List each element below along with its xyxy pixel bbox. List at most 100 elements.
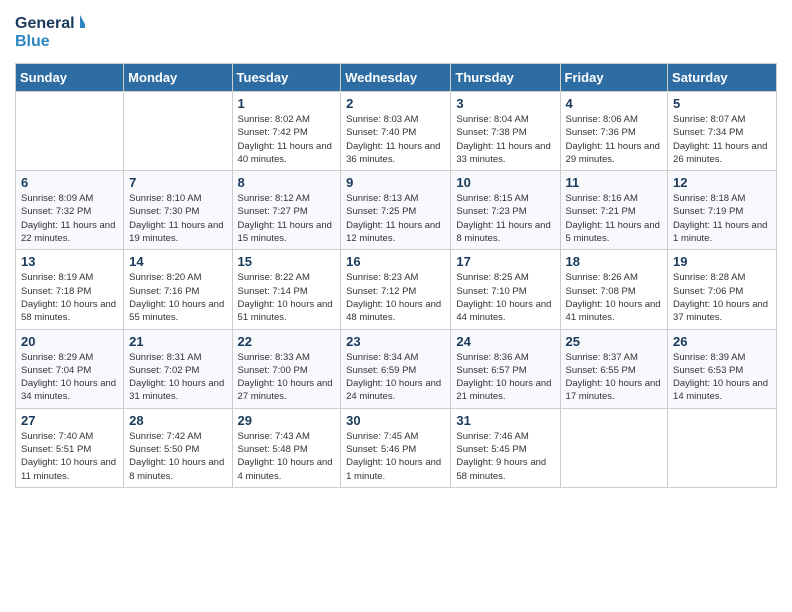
day-info: Sunrise: 8:26 AM Sunset: 7:08 PM Dayligh… <box>566 271 663 324</box>
day-number: 25 <box>566 334 663 349</box>
day-info: Sunrise: 8:02 AM Sunset: 7:42 PM Dayligh… <box>238 113 336 166</box>
calendar-cell: 9 Sunrise: 8:13 AM Sunset: 7:25 PM Daylig… <box>341 171 451 250</box>
calendar-week-4: 20 Sunrise: 8:29 AM Sunset: 7:04 PM Dayli… <box>16 329 777 408</box>
day-info: Sunrise: 8:10 AM Sunset: 7:30 PM Dayligh… <box>129 192 226 245</box>
day-number: 10 <box>456 175 554 190</box>
calendar-cell: 23 Sunrise: 8:34 AM Sunset: 6:59 PM Dayli… <box>341 329 451 408</box>
calendar-cell: 1 Sunrise: 8:02 AM Sunset: 7:42 PM Daylig… <box>232 92 341 171</box>
day-number: 13 <box>21 254 118 269</box>
day-info: Sunrise: 8:19 AM Sunset: 7:18 PM Dayligh… <box>21 271 118 324</box>
day-info: Sunrise: 8:36 AM Sunset: 6:57 PM Dayligh… <box>456 351 554 404</box>
day-number: 26 <box>673 334 771 349</box>
calendar-cell: 25 Sunrise: 8:37 AM Sunset: 6:55 PM Dayli… <box>560 329 668 408</box>
day-number: 8 <box>238 175 336 190</box>
calendar-cell: 16Sunrise: 8:23 AM Sunset: 7:12 PM Dayli… <box>341 250 451 329</box>
day-info: Sunrise: 8:25 AM Sunset: 7:10 PM Dayligh… <box>456 271 554 324</box>
day-info: Sunrise: 8:37 AM Sunset: 6:55 PM Dayligh… <box>566 351 663 404</box>
col-header-sunday: Sunday <box>16 64 124 92</box>
day-info: Sunrise: 7:43 AM Sunset: 5:48 PM Dayligh… <box>238 430 336 483</box>
svg-text:Blue: Blue <box>15 33 50 50</box>
calendar-week-5: 27Sunrise: 7:40 AM Sunset: 5:51 PM Dayli… <box>16 408 777 487</box>
col-header-friday: Friday <box>560 64 668 92</box>
day-number: 19 <box>673 254 771 269</box>
day-info: Sunrise: 8:34 AM Sunset: 6:59 PM Dayligh… <box>346 351 445 404</box>
calendar-cell: 13 Sunrise: 8:19 AM Sunset: 7:18 PM Dayli… <box>16 250 124 329</box>
logo: General Blue <box>15 10 85 55</box>
calendar-week-1: 1 Sunrise: 8:02 AM Sunset: 7:42 PM Daylig… <box>16 92 777 171</box>
col-header-tuesday: Tuesday <box>232 64 341 92</box>
day-number: 12 <box>673 175 771 190</box>
col-header-saturday: Saturday <box>668 64 777 92</box>
calendar-cell: 12 Sunrise: 8:18 AM Sunset: 7:19 PM Dayli… <box>668 171 777 250</box>
day-number: 20 <box>21 334 118 349</box>
calendar-cell: 10Sunrise: 8:15 AM Sunset: 7:23 PM Dayli… <box>451 171 560 250</box>
calendar-cell: 14 Sunrise: 8:20 AM Sunset: 7:16 PM Dayli… <box>124 250 232 329</box>
day-number: 5 <box>673 96 771 111</box>
day-number: 3 <box>456 96 554 111</box>
day-info: Sunrise: 8:03 AM Sunset: 7:40 PM Dayligh… <box>346 113 445 166</box>
page-header: General Blue <box>15 10 777 55</box>
day-number: 29 <box>238 413 336 428</box>
day-number: 30 <box>346 413 445 428</box>
calendar-cell: 18 Sunrise: 8:26 AM Sunset: 7:08 PM Dayli… <box>560 250 668 329</box>
day-info: Sunrise: 7:42 AM Sunset: 5:50 PM Dayligh… <box>129 430 226 483</box>
day-number: 15 <box>238 254 336 269</box>
calendar-cell: 7 Sunrise: 8:10 AM Sunset: 7:30 PM Daylig… <box>124 171 232 250</box>
day-info: Sunrise: 8:33 AM Sunset: 7:00 PM Dayligh… <box>238 351 336 404</box>
day-info: Sunrise: 8:22 AM Sunset: 7:14 PM Dayligh… <box>238 271 336 324</box>
day-number: 9 <box>346 175 445 190</box>
day-info: Sunrise: 8:18 AM Sunset: 7:19 PM Dayligh… <box>673 192 771 245</box>
day-number: 21 <box>129 334 226 349</box>
day-info: Sunrise: 8:12 AM Sunset: 7:27 PM Dayligh… <box>238 192 336 245</box>
calendar-table: SundayMondayTuesdayWednesdayThursdayFrid… <box>15 63 777 488</box>
day-number: 11 <box>566 175 663 190</box>
day-info: Sunrise: 8:07 AM Sunset: 7:34 PM Dayligh… <box>673 113 771 166</box>
day-info: Sunrise: 8:06 AM Sunset: 7:36 PM Dayligh… <box>566 113 663 166</box>
calendar-cell: 3Sunrise: 8:04 AM Sunset: 7:38 PM Daylig… <box>451 92 560 171</box>
calendar-cell: 22 Sunrise: 8:33 AM Sunset: 7:00 PM Dayli… <box>232 329 341 408</box>
day-number: 4 <box>566 96 663 111</box>
day-info: Sunrise: 7:46 AM Sunset: 5:45 PM Dayligh… <box>456 430 554 483</box>
day-number: 14 <box>129 254 226 269</box>
svg-text:General: General <box>15 15 75 32</box>
calendar-cell <box>668 408 777 487</box>
day-number: 23 <box>346 334 445 349</box>
calendar-cell: 30 Sunrise: 7:45 AM Sunset: 5:46 PM Dayli… <box>341 408 451 487</box>
day-info: Sunrise: 7:45 AM Sunset: 5:46 PM Dayligh… <box>346 430 445 483</box>
calendar-cell: 17 Sunrise: 8:25 AM Sunset: 7:10 PM Dayli… <box>451 250 560 329</box>
day-info: Sunrise: 8:28 AM Sunset: 7:06 PM Dayligh… <box>673 271 771 324</box>
col-header-monday: Monday <box>124 64 232 92</box>
calendar-cell: 5 Sunrise: 8:07 AM Sunset: 7:34 PM Daylig… <box>668 92 777 171</box>
day-number: 7 <box>129 175 226 190</box>
col-header-thursday: Thursday <box>451 64 560 92</box>
day-info: Sunrise: 7:40 AM Sunset: 5:51 PM Dayligh… <box>21 430 118 483</box>
day-info: Sunrise: 8:13 AM Sunset: 7:25 PM Dayligh… <box>346 192 445 245</box>
day-number: 28 <box>129 413 226 428</box>
day-info: Sunrise: 8:29 AM Sunset: 7:04 PM Dayligh… <box>21 351 118 404</box>
day-number: 6 <box>21 175 118 190</box>
calendar-cell: 29 Sunrise: 7:43 AM Sunset: 5:48 PM Dayli… <box>232 408 341 487</box>
day-number: 16 <box>346 254 445 269</box>
calendar-cell: 21 Sunrise: 8:31 AM Sunset: 7:02 PM Dayli… <box>124 329 232 408</box>
calendar-cell: 8 Sunrise: 8:12 AM Sunset: 7:27 PM Daylig… <box>232 171 341 250</box>
logo-svg: General Blue <box>15 10 85 55</box>
calendar-cell <box>16 92 124 171</box>
day-info: Sunrise: 8:09 AM Sunset: 7:32 PM Dayligh… <box>21 192 118 245</box>
day-number: 24 <box>456 334 554 349</box>
calendar-cell: 2 Sunrise: 8:03 AM Sunset: 7:40 PM Daylig… <box>341 92 451 171</box>
calendar-cell: 20 Sunrise: 8:29 AM Sunset: 7:04 PM Dayli… <box>16 329 124 408</box>
calendar-cell <box>124 92 232 171</box>
calendar-week-2: 6 Sunrise: 8:09 AM Sunset: 7:32 PM Daylig… <box>16 171 777 250</box>
day-info: Sunrise: 8:16 AM Sunset: 7:21 PM Dayligh… <box>566 192 663 245</box>
day-number: 18 <box>566 254 663 269</box>
day-info: Sunrise: 8:20 AM Sunset: 7:16 PM Dayligh… <box>129 271 226 324</box>
day-number: 2 <box>346 96 445 111</box>
day-number: 17 <box>456 254 554 269</box>
calendar-cell: 27Sunrise: 7:40 AM Sunset: 5:51 PM Dayli… <box>16 408 124 487</box>
day-info: Sunrise: 8:31 AM Sunset: 7:02 PM Dayligh… <box>129 351 226 404</box>
day-number: 22 <box>238 334 336 349</box>
day-number: 1 <box>238 96 336 111</box>
col-header-wednesday: Wednesday <box>341 64 451 92</box>
calendar-cell: 19 Sunrise: 8:28 AM Sunset: 7:06 PM Dayli… <box>668 250 777 329</box>
day-number: 31 <box>456 413 554 428</box>
